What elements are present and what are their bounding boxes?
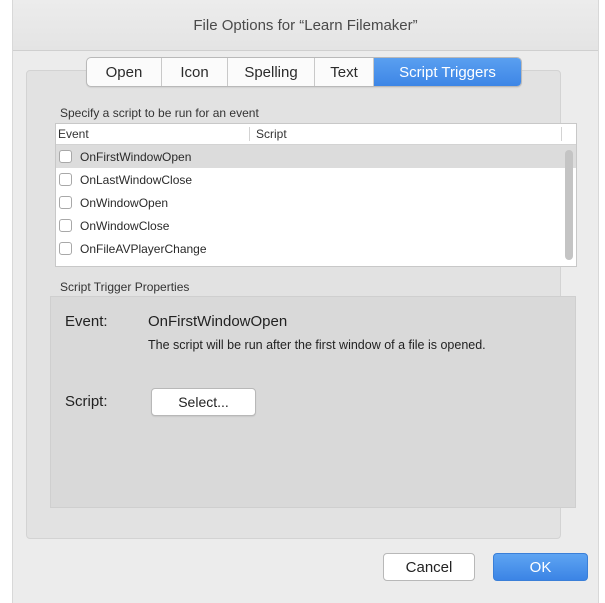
- event-label: Event:: [65, 313, 108, 330]
- event-checkbox[interactable]: [59, 173, 72, 186]
- column-divider[interactable]: [249, 127, 250, 141]
- column-header-script[interactable]: Script: [256, 127, 287, 141]
- tab-text[interactable]: Text: [315, 58, 374, 86]
- properties-panel: [50, 296, 576, 508]
- tab-icon[interactable]: Icon: [162, 58, 228, 86]
- column-header-event[interactable]: Event: [58, 127, 89, 141]
- event-name: OnWindowOpen: [80, 195, 169, 210]
- properties-section-label: Script Trigger Properties: [60, 280, 190, 294]
- event-name: OnFileAVPlayerChange: [80, 241, 207, 256]
- event-row-onwindowclose[interactable]: OnWindowClose: [56, 214, 576, 237]
- event-row-onfirstwindowopen[interactable]: OnFirstWindowOpen: [56, 145, 576, 168]
- tab-spelling[interactable]: Spelling: [228, 58, 315, 86]
- tab-bar: Open Icon Spelling Text Script Triggers: [86, 57, 522, 87]
- ok-button[interactable]: OK: [493, 553, 588, 581]
- event-checkbox[interactable]: [59, 242, 72, 255]
- event-checkbox[interactable]: [59, 150, 72, 163]
- event-name: OnFirstWindowOpen: [80, 149, 192, 164]
- select-script-button[interactable]: Select...: [151, 388, 256, 416]
- tab-open[interactable]: Open: [87, 58, 162, 86]
- window-title: File Options for “Learn Filemaker”: [193, 16, 418, 34]
- event-row-onwindowopen[interactable]: OnWindowOpen: [56, 191, 576, 214]
- event-list-header: Event Script: [56, 124, 576, 145]
- event-description: The script will be run after the first w…: [148, 338, 486, 352]
- event-checkbox[interactable]: [59, 196, 72, 209]
- column-divider[interactable]: [561, 127, 562, 141]
- event-list-scrollbar[interactable]: [565, 150, 573, 260]
- event-list-hint: Specify a script to be run for an event: [60, 106, 259, 120]
- event-row-onlastwindowclose[interactable]: OnLastWindowClose: [56, 168, 576, 191]
- event-list: Event Script OnFirstWindowOpen OnLastWin…: [55, 123, 577, 267]
- event-name: OnLastWindowClose: [80, 172, 193, 187]
- window-title-bar: File Options for “Learn Filemaker”: [13, 0, 598, 51]
- cancel-button[interactable]: Cancel: [383, 553, 475, 581]
- event-checkbox[interactable]: [59, 219, 72, 232]
- tab-script-triggers[interactable]: Script Triggers: [374, 58, 521, 86]
- event-row-onfileavplayerchange[interactable]: OnFileAVPlayerChange: [56, 237, 576, 260]
- event-name: OnWindowClose: [80, 218, 170, 233]
- event-value: OnFirstWindowOpen: [148, 313, 288, 330]
- script-label: Script:: [65, 393, 108, 410]
